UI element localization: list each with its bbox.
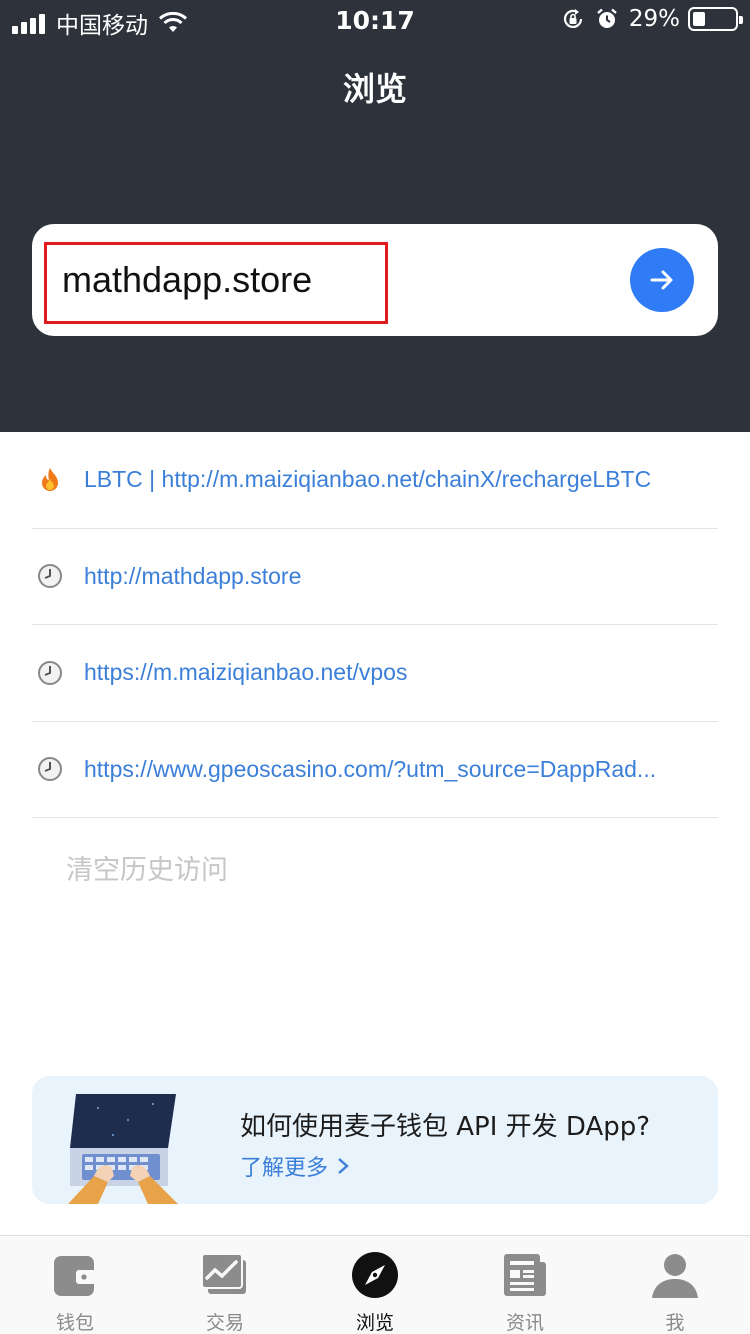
- history-item[interactable]: http://mathdapp.store: [32, 529, 718, 625]
- news-icon: [504, 1254, 546, 1296]
- history-item[interactable]: https://www.gpeoscasino.com/?utm_source=…: [32, 722, 718, 818]
- tab-bar: 钱包 交易 浏览 资讯 我: [0, 1235, 750, 1334]
- url-input[interactable]: [62, 254, 402, 306]
- history-link[interactable]: http://mathdapp.store: [84, 563, 714, 590]
- battery-percent: 29%: [628, 6, 680, 32]
- banner-title: 如何使用麦子钱包 API 开发 DApp?: [240, 1112, 651, 1142]
- history-item[interactable]: https://m.maiziqianbao.net/vpos: [32, 625, 718, 722]
- tab-me[interactable]: 我: [600, 1236, 750, 1334]
- chevron-right-icon: [338, 1158, 349, 1174]
- history-item[interactable]: LBTC | http://m.maiziqianbao.net/chainX/…: [32, 432, 718, 529]
- learn-more-link[interactable]: 了解更多: [240, 1150, 350, 1182]
- tab-wallet-label: 钱包: [55, 1312, 94, 1334]
- history-list: LBTC | http://m.maiziqianbao.net/chainX/…: [32, 432, 718, 818]
- learn-more-label: 了解更多: [240, 1156, 329, 1181]
- battery-icon: [688, 7, 743, 31]
- history-link[interactable]: LBTC | http://m.maiziqianbao.net/chainX/…: [84, 466, 714, 493]
- clock-icon: [34, 560, 66, 592]
- compass-icon: [352, 1252, 398, 1298]
- tab-trade[interactable]: 交易: [150, 1236, 300, 1334]
- clock-icon: [34, 657, 66, 689]
- fire-icon: [34, 464, 66, 496]
- status-right: 29%: [561, 6, 743, 32]
- chart-icon: [201, 1253, 246, 1294]
- arrow-right-icon: [650, 270, 673, 290]
- tab-news-label: 资讯: [505, 1312, 544, 1334]
- status-bar: 中国移动 10:17 29%: [0, 0, 750, 40]
- tab-wallet[interactable]: 钱包: [0, 1236, 150, 1334]
- history-link[interactable]: https://m.maiziqianbao.net/vpos: [84, 659, 714, 686]
- laptop-illustration: [68, 1094, 178, 1204]
- tab-news[interactable]: 资讯: [450, 1236, 600, 1334]
- tab-browse-label: 浏览: [355, 1312, 394, 1334]
- page-title: 浏览: [342, 70, 407, 108]
- tab-browse[interactable]: 浏览: [300, 1236, 450, 1334]
- browse-screen: 中国移动 10:17 29% 浏览 mathdapp.store LBTC | …: [0, 0, 750, 1334]
- search-box: [32, 224, 718, 336]
- wallet-icon: [54, 1256, 96, 1296]
- tab-me-label: 我: [665, 1312, 685, 1334]
- person-icon: [652, 1254, 698, 1298]
- clock-icon: [34, 753, 66, 785]
- header: 中国移动 10:17 29% 浏览 mathdapp.store: [0, 0, 750, 432]
- tab-trade-label: 交易: [205, 1312, 244, 1334]
- dapp-banner[interactable]: 如何使用麦子钱包 API 开发 DApp? 了解更多: [32, 1076, 718, 1204]
- alarm-icon: [597, 8, 617, 28]
- rotation-lock-icon: [563, 9, 582, 28]
- go-button[interactable]: [630, 248, 694, 312]
- history-link[interactable]: https://www.gpeoscasino.com/?utm_source=…: [84, 756, 714, 783]
- clear-history-button[interactable]: 清空历史访问: [66, 848, 228, 887]
